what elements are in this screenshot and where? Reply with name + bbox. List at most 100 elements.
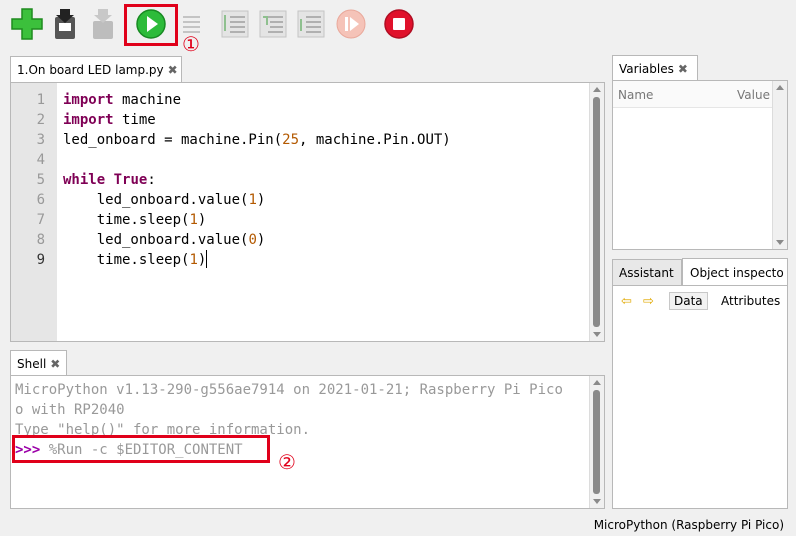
keyword: True [113,172,148,188]
step-into-icon [259,10,287,38]
scroll-thumb[interactable] [593,97,600,327]
code-line: led_onboard.value(1) [63,190,266,210]
object-inspector-tab-label: Object inspecto [690,265,784,280]
plus-icon [11,8,43,40]
tab-assistant[interactable]: Assistant [612,259,682,285]
forward-arrow-icon[interactable]: ⇨ [643,294,654,309]
assistant-tab-label: Assistant [619,265,674,280]
shell-tab-label: Shell [17,356,47,371]
step-over-icon [221,10,249,38]
load-button[interactable] [86,6,120,42]
data-button-label: Data [674,294,703,308]
attributes-button[interactable]: Attributes [719,293,782,309]
column-header-value[interactable]: Value [737,88,770,102]
variables-scrollbar[interactable] [772,81,787,249]
line-number: 7 [36,212,45,228]
keyword: import [63,112,114,128]
debug-icon [183,16,200,33]
code-line: time.sleep(1) [63,210,207,230]
variables-header: Name Value [613,81,775,108]
line-number: 4 [36,152,45,168]
back-arrow-icon[interactable]: ⇦ [621,294,632,309]
line-number: 1 [36,92,45,108]
debug-button[interactable] [176,6,206,42]
code-line: import time [63,110,156,130]
scroll-up-icon[interactable] [593,87,601,92]
code-text: led_onboard.value( [63,192,249,208]
editor-scrollbar[interactable] [589,83,604,341]
close-icon[interactable]: ✖ [50,357,60,371]
line-number-gutter: 1 2 3 4 5 6 7 8 9 [11,83,57,341]
number-literal: 25 [282,132,300,148]
code-text: ) [197,212,207,228]
line-number-current: 9 [36,252,45,268]
code-text: ) [256,192,266,208]
code-text: : [147,172,156,188]
data-button[interactable]: Data [669,292,708,310]
code-line: led_onboard.value(0) [63,230,266,250]
shell-scrollbar[interactable] [589,376,604,508]
editor-tab-label: 1.On board LED lamp.py [17,63,164,77]
scroll-down-icon[interactable] [593,332,601,337]
number-literal: 0 [248,232,257,248]
tab-editor-file[interactable]: 1.On board LED lamp.py ✖ [10,56,182,83]
code-text: ) [197,252,207,268]
stop-button[interactable] [382,6,416,42]
scroll-up-icon[interactable] [593,380,601,385]
step-over-button[interactable] [218,6,252,42]
step-out-icon [297,10,325,38]
close-icon[interactable]: ✖ [168,63,178,77]
code-text: ) [256,232,266,248]
resume-icon [336,9,366,39]
resume-button[interactable] [334,6,368,42]
interpreter-status[interactable]: MicroPython (Raspberry Pi Pico) [594,518,784,532]
save-button[interactable] [48,6,82,42]
new-file-button[interactable] [10,6,44,42]
code-text: led_onboard = machine.Pin( [63,132,283,148]
line-number: 8 [36,232,45,248]
object-inspector-panel: ⇦ ⇨ Data Attributes [612,285,788,509]
variables-tab-label: Variables [619,61,674,76]
code-text: led_onboard.value( [63,232,249,248]
code-text: machine [113,92,182,108]
text-cursor [206,250,208,268]
column-header-name[interactable]: Name [618,88,653,102]
code-editor[interactable]: 1 2 3 4 5 6 7 8 9 import machine import … [10,82,605,342]
scroll-thumb[interactable] [593,390,600,494]
line-number: 3 [36,132,45,148]
command-highlight-box [12,435,270,463]
attributes-button-label: Attributes [721,294,781,308]
code-line: time.sleep(1) [63,250,208,270]
line-number: 6 [36,192,45,208]
step-out-button[interactable] [294,6,328,42]
code-line: led_onboard = machine.Pin(25, machine.Pi… [63,130,451,150]
scroll-up-icon[interactable] [776,85,784,90]
number-literal: 1 [189,252,198,268]
step-into-button[interactable] [256,6,290,42]
number-literal: 1 [189,212,198,228]
keyword: import [63,92,114,108]
scroll-down-icon[interactable] [776,240,784,245]
tab-object-inspector[interactable]: Object inspecto [682,258,788,286]
code-line: while True: [63,170,156,190]
variables-panel: Name Value [612,80,788,250]
run-highlight-box [124,4,178,46]
tab-shell[interactable]: Shell ✖ [10,350,67,376]
shell-output-line: MicroPython v1.13-290-g556ae7914 on 2021… [15,382,563,398]
code-text: , machine.Pin.OUT) [299,132,451,148]
keyword: while [63,172,106,188]
code-text: time.sleep( [63,252,190,268]
load-icon [93,9,113,39]
save-icon [55,9,75,39]
scroll-down-icon[interactable] [593,499,601,504]
line-number: 2 [36,112,45,128]
tab-variables[interactable]: Variables ✖ [612,55,698,81]
close-icon[interactable]: ✖ [678,62,688,76]
code-text: time [113,112,156,128]
stop-icon [384,9,414,39]
shell-output-line: o with RP2040 [15,402,125,418]
number-literal: 1 [248,192,257,208]
toolbar: ① [0,0,796,54]
code-text: time.sleep( [63,212,190,228]
